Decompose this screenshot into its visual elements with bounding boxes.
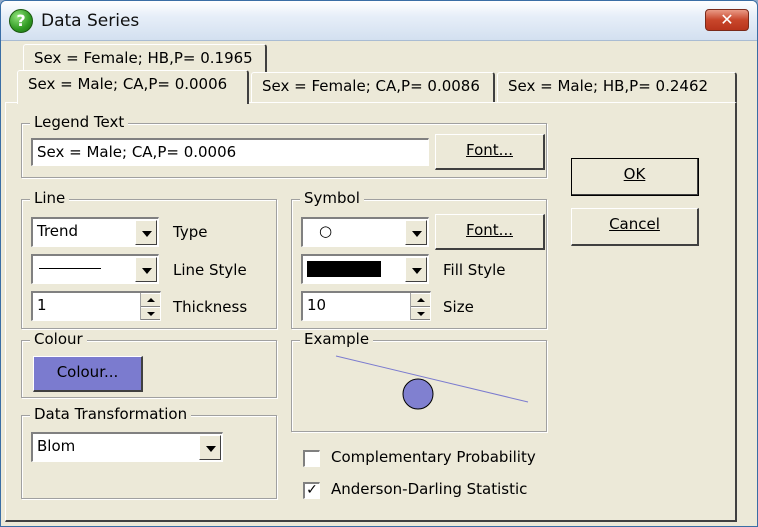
window-title: Data Series (41, 11, 140, 31)
fill-style-label: Fill Style (443, 261, 506, 279)
line-style-label: Line Style (173, 261, 247, 279)
spin-up-icon[interactable] (141, 293, 160, 307)
legend-font-button[interactable]: Font... (435, 134, 545, 170)
fill-style-select[interactable] (301, 254, 429, 284)
anderson-label[interactable]: Anderson-Darling Statistic (331, 480, 527, 498)
dialog-body: Sex = Female; HB,P= 0.1965 Sex = Male; C… (1, 42, 757, 526)
dialog-window: ? Data Series ✕ Sex = Female; HB,P= 0.19… (0, 0, 758, 527)
line-type-select[interactable]: Trend (31, 217, 159, 247)
legend-text-label: Legend Text (30, 113, 129, 131)
line-type-value: Trend (37, 222, 79, 240)
spin-down-icon[interactable] (141, 306, 160, 320)
tab-male-hb[interactable]: Sex = Male; HB,P= 0.2462 (497, 72, 737, 102)
symbol-font-button[interactable]: Font... (435, 214, 545, 250)
example-preview (335, 355, 529, 410)
thickness-input[interactable]: 1 (31, 291, 161, 321)
transformation-select[interactable]: Blom (31, 432, 223, 462)
data-transformation-label: Data Transformation (30, 405, 192, 423)
size-spinner[interactable] (410, 293, 430, 320)
symbol-select[interactable]: ○ (301, 217, 429, 247)
chevron-down-icon[interactable] (199, 435, 221, 460)
tab-female-ca[interactable]: Sex = Female; CA,P= 0.0086 (251, 72, 495, 102)
colour-group-label: Colour (30, 330, 87, 348)
chevron-down-icon[interactable] (135, 257, 157, 282)
tab-male-ca[interactable]: Sex = Male; CA,P= 0.0006 (17, 70, 249, 104)
symbol-font-button-label: Font... (466, 221, 513, 239)
spin-up-icon[interactable] (411, 293, 430, 307)
chevron-down-icon[interactable] (405, 257, 427, 282)
thickness-value: 1 (37, 296, 47, 314)
size-value: 10 (307, 296, 327, 314)
cancel-button[interactable]: Cancel (571, 208, 699, 246)
complementary-checkbox[interactable] (303, 450, 320, 467)
transformation-value: Blom (37, 437, 76, 455)
legend-text-input[interactable]: Sex = Male; CA,P= 0.0006 (31, 138, 429, 166)
chevron-down-icon[interactable] (135, 220, 157, 245)
colour-button[interactable]: Colour... (33, 356, 143, 392)
anderson-checkbox[interactable]: ✓ (303, 482, 320, 499)
thickness-spinner[interactable] (140, 293, 160, 320)
symbol-value: ○ (319, 222, 333, 240)
ok-button[interactable]: OK (571, 158, 699, 196)
chevron-down-icon[interactable] (405, 220, 427, 245)
symbol-group-label: Symbol (300, 189, 364, 207)
size-input[interactable]: 10 (301, 291, 431, 321)
line-group-label: Line (30, 189, 70, 207)
legend-font-button-label: Font... (466, 141, 513, 159)
ok-button-label: OK (623, 165, 646, 183)
fill-style-swatch (307, 261, 381, 277)
line-style-preview (39, 268, 101, 269)
size-label: Size (443, 298, 474, 316)
close-button[interactable]: ✕ (705, 9, 749, 31)
spin-down-icon[interactable] (411, 306, 430, 320)
example-symbol (402, 378, 434, 410)
help-icon: ? (9, 9, 33, 33)
complementary-label[interactable]: Complementary Probability (331, 448, 536, 466)
title-bar[interactable]: ? Data Series ✕ (1, 1, 757, 41)
line-style-select[interactable] (31, 254, 159, 284)
cancel-button-label: Cancel (609, 215, 660, 233)
line-type-label: Type (173, 223, 208, 241)
thickness-label: Thickness (173, 298, 248, 316)
